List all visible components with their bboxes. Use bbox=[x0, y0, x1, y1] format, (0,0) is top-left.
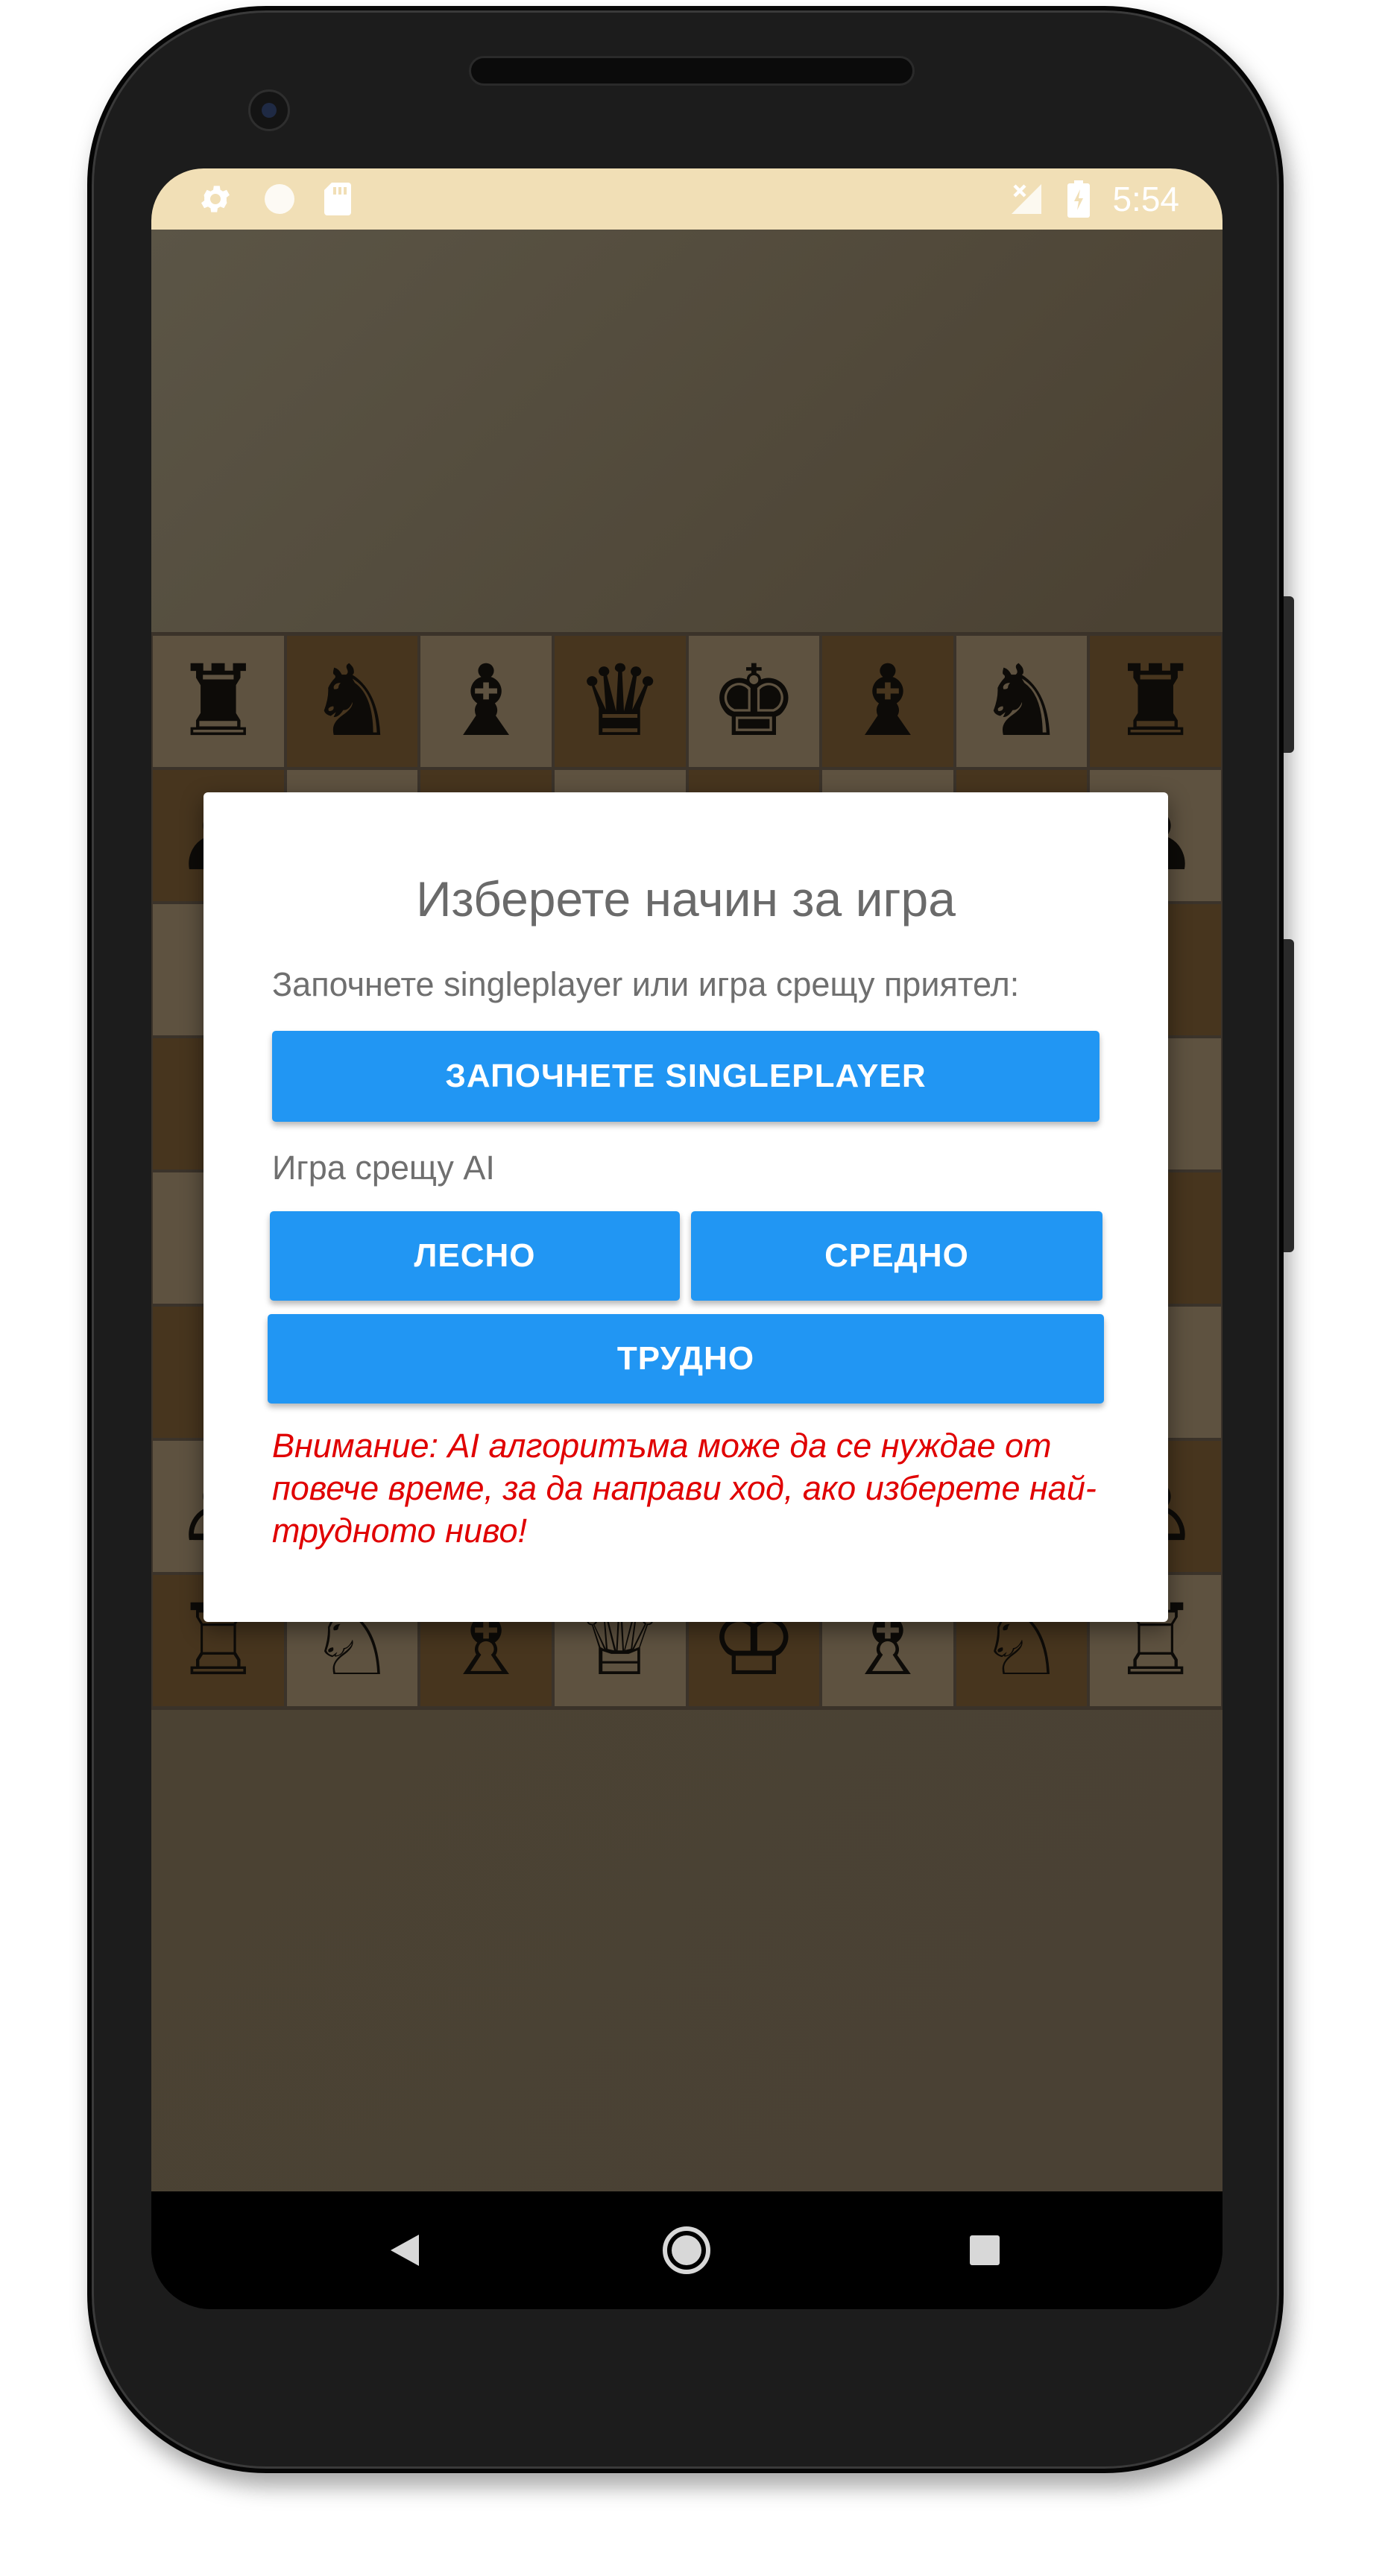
medium-button[interactable]: СРЕДНО bbox=[691, 1211, 1102, 1301]
dialog-title: Изберете начин за игра bbox=[416, 871, 956, 926]
power-button bbox=[1284, 596, 1294, 753]
navigation-bar bbox=[151, 2191, 1222, 2309]
square-f8[interactable]: ♝ bbox=[821, 634, 955, 768]
square-h8[interactable]: ♜ bbox=[1088, 634, 1222, 768]
easy-button[interactable]: ЛЕСНО bbox=[270, 1211, 680, 1301]
back-icon[interactable] bbox=[360, 2191, 449, 2309]
earpiece-speaker bbox=[469, 56, 915, 86]
no-signal-icon bbox=[1007, 182, 1046, 216]
recents-icon[interactable] bbox=[940, 2191, 1029, 2309]
square-c8[interactable]: ♝ bbox=[419, 634, 553, 768]
sd-card-icon bbox=[321, 182, 354, 216]
status-time: 5:54 bbox=[1112, 180, 1179, 218]
square-e8[interactable]: ♚ bbox=[687, 634, 821, 768]
square-d8[interactable]: ♛ bbox=[552, 634, 687, 768]
hard-button[interactable]: ТРУДНО bbox=[268, 1314, 1104, 1404]
status-bar: 5:54 bbox=[151, 168, 1222, 230]
square-g8[interactable]: ♞ bbox=[954, 634, 1089, 768]
settings-icon bbox=[196, 182, 235, 216]
ai-section-label: Игра срещу AI bbox=[272, 1149, 495, 1187]
intro-text: Започнете singleplayer или игра срещу пр… bbox=[272, 965, 1020, 1003]
singleplayer-button[interactable]: ЗАПОЧНЕТЕ SINGLEPLAYER bbox=[272, 1031, 1100, 1122]
home-icon[interactable] bbox=[642, 2191, 731, 2309]
front-camera bbox=[248, 89, 290, 131]
battery-charging-icon bbox=[1065, 180, 1092, 218]
game-mode-dialog: Изберете начин за игра Започнете singlep… bbox=[204, 792, 1168, 1622]
square-a8[interactable]: ♜ bbox=[151, 634, 285, 768]
volume-button bbox=[1284, 939, 1294, 1252]
circle-icon bbox=[260, 182, 299, 216]
warning-text: Внимание: AI алгоритъма може да се нужда… bbox=[272, 1427, 1097, 1550]
square-b8[interactable]: ♞ bbox=[285, 634, 420, 768]
